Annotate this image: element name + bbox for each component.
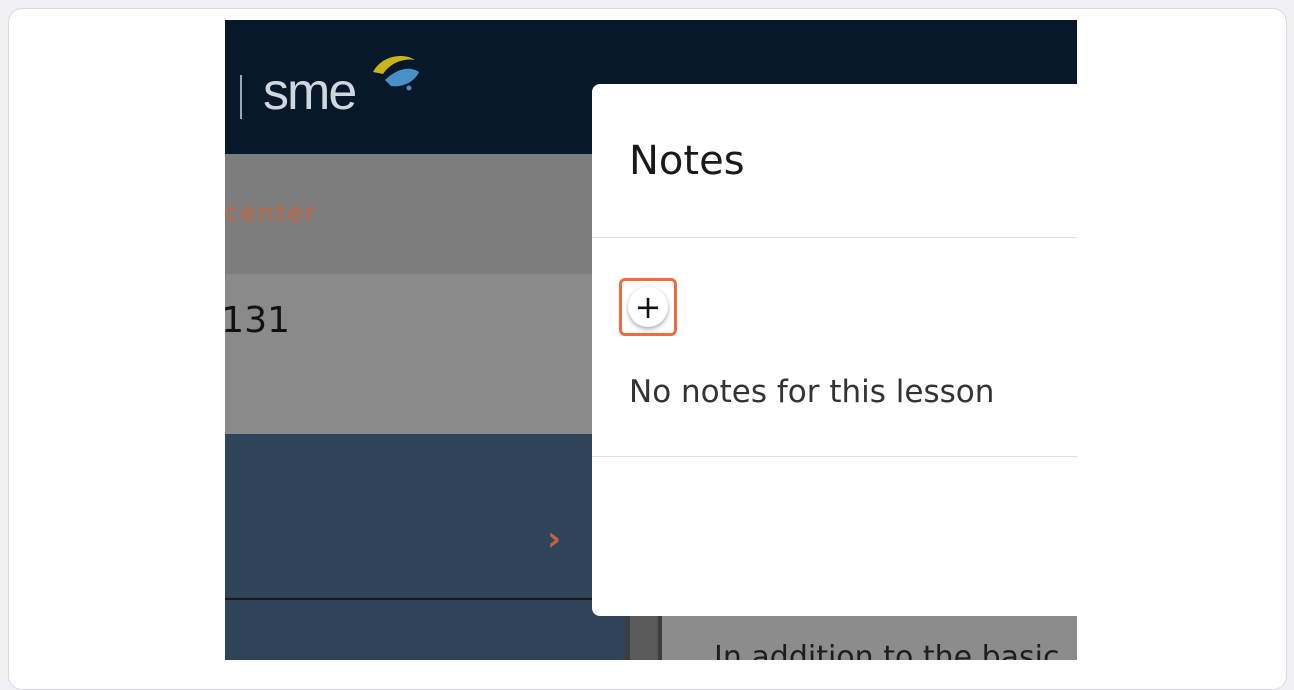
- swoosh-logo-icon: [373, 56, 419, 91]
- modal-body-divider: [592, 456, 1077, 457]
- chevron-right-icon: ›: [547, 519, 562, 559]
- notes-modal-title: Notes: [629, 138, 745, 184]
- course-title-text: g 131: [225, 300, 291, 341]
- modal-header-divider: [592, 237, 1077, 238]
- logo-separator: [240, 75, 242, 119]
- lesson-nav-item-2[interactable]: [225, 598, 625, 660]
- course-title-strip: g 131: [225, 274, 625, 434]
- empty-notes-message: No notes for this lesson: [629, 374, 995, 410]
- sme-logo-text: sme: [263, 63, 357, 121]
- app-screenshot: sme t center g 131 › In addition to the …: [225, 20, 1077, 660]
- nav-link-text: t center: [225, 198, 318, 227]
- lesson-content-text: In addition to the basic: [714, 640, 1060, 660]
- nav-link-strip[interactable]: t center: [225, 154, 625, 274]
- notes-modal: Notes + No notes for this lesson: [592, 84, 1077, 616]
- lesson-nav-item[interactable]: ›: [225, 434, 625, 597]
- plus-icon: +: [628, 287, 668, 327]
- add-note-button[interactable]: +: [619, 278, 677, 336]
